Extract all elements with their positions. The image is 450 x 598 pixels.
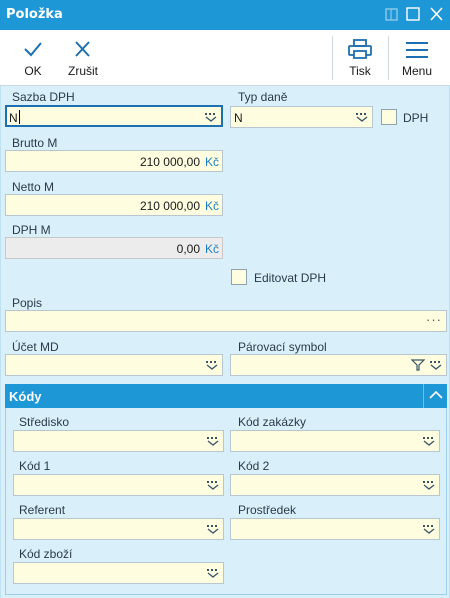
dph-checkbox-label: DPH xyxy=(403,111,429,125)
dropdown-icon[interactable] xyxy=(355,111,369,123)
prostredek-select[interactable] xyxy=(230,518,440,540)
ok-button[interactable]: OK xyxy=(12,30,54,86)
dropdown-icon[interactable] xyxy=(205,359,219,371)
kody-section-body: Středisko Kód zakázky Kód 1 Kód 2 Refere… xyxy=(5,408,447,595)
popis-input[interactable]: ··· xyxy=(5,310,447,332)
kod-zbozi-label: Kód zboží xyxy=(19,547,73,561)
menu-label: Menu xyxy=(401,64,433,78)
sazba-dph-label: Sazba DPH xyxy=(12,90,75,104)
dropdown-icon[interactable] xyxy=(206,479,220,491)
kody-section-title: Kódy xyxy=(9,389,42,404)
print-label: Tisk xyxy=(349,64,371,78)
stredisko-label: Středisko xyxy=(19,415,70,429)
maximize-icon[interactable] xyxy=(402,0,424,30)
dropdown-icon[interactable] xyxy=(422,435,436,447)
dropdown-icon[interactable] xyxy=(429,359,443,371)
kod2-select[interactable] xyxy=(230,474,440,496)
kody-section-header[interactable]: Kódy xyxy=(5,384,447,408)
title-bar: Položka xyxy=(0,0,450,30)
ucet-md-label: Účet MD xyxy=(12,340,59,354)
kod1-label: Kód 1 xyxy=(19,459,51,473)
check-icon xyxy=(24,42,42,57)
typ-dane-label: Typ daně xyxy=(238,90,288,104)
ok-label: OK xyxy=(24,64,42,78)
dropdown-icon[interactable] xyxy=(422,479,436,491)
chevron-up-icon[interactable] xyxy=(423,384,447,408)
prostredek-label: Prostředek xyxy=(238,503,297,517)
referent-label: Referent xyxy=(19,503,66,517)
netto-input[interactable]: 210 000,00 Kč xyxy=(5,194,223,216)
sazba-dph-value: N xyxy=(9,111,18,125)
restore-icon[interactable] xyxy=(380,0,402,30)
print-button[interactable]: Tisk xyxy=(338,30,382,86)
toolbar: OK Zrušit Tisk Menu xyxy=(0,30,450,86)
ucet-md-select[interactable] xyxy=(5,354,223,376)
dph-m-value: 0,00 xyxy=(176,242,200,256)
brutto-currency: Kč xyxy=(204,155,219,169)
dph-m-currency: Kč xyxy=(204,242,219,256)
dropdown-icon[interactable] xyxy=(204,111,218,123)
dropdown-icon[interactable] xyxy=(206,435,220,447)
printer-icon xyxy=(348,39,372,59)
menu-button[interactable]: Menu xyxy=(396,30,438,86)
netto-value: 210 000,00 xyxy=(139,199,200,213)
typ-dane-select[interactable]: N xyxy=(230,106,373,128)
kod-zakazky-label: Kód zakázky xyxy=(238,415,307,429)
kod-zakazky-select[interactable] xyxy=(230,430,440,452)
kod2-label: Kód 2 xyxy=(238,459,270,473)
editovat-dph-checkbox[interactable] xyxy=(231,269,247,285)
window-title: Položka xyxy=(6,7,63,22)
form-panel: Sazba DPH N Typ daně N DPH Brutto M 210 … xyxy=(0,86,450,598)
close-icon[interactable] xyxy=(425,0,447,30)
brutto-value: 210 000,00 xyxy=(139,155,200,169)
cancel-label: Zrušit xyxy=(68,64,98,78)
filter-icon[interactable] xyxy=(411,359,425,371)
sazba-dph-select[interactable]: N xyxy=(5,105,223,127)
toolbar-separator xyxy=(388,36,389,80)
dropdown-icon[interactable] xyxy=(206,567,220,579)
dropdown-icon[interactable] xyxy=(206,523,220,535)
stredisko-select[interactable] xyxy=(13,430,224,452)
dph-m-input: 0,00 Kč xyxy=(5,237,223,259)
brutto-input[interactable]: 210 000,00 Kč xyxy=(5,150,223,172)
kod-zbozi-select[interactable] xyxy=(13,562,224,584)
editovat-dph-label: Editovat DPH xyxy=(254,271,327,285)
parovaci-symbol-label: Párovací symbol xyxy=(238,340,327,354)
more-icon[interactable]: ··· xyxy=(426,312,442,327)
popis-label: Popis xyxy=(12,296,43,310)
close-icon xyxy=(75,41,90,57)
parovaci-symbol-select[interactable] xyxy=(230,354,447,376)
netto-label: Netto M xyxy=(12,180,55,194)
toolbar-separator xyxy=(332,36,333,80)
hamburger-icon xyxy=(406,42,428,58)
typ-dane-value: N xyxy=(234,111,243,125)
kod1-select[interactable] xyxy=(13,474,224,496)
dph-checkbox[interactable] xyxy=(381,109,397,125)
dropdown-icon[interactable] xyxy=(422,523,436,535)
referent-select[interactable] xyxy=(13,518,224,540)
cancel-button[interactable]: Zrušit xyxy=(62,30,104,86)
netto-currency: Kč xyxy=(204,199,219,213)
brutto-label: Brutto M xyxy=(12,136,58,150)
dph-m-label: DPH M xyxy=(12,223,51,237)
